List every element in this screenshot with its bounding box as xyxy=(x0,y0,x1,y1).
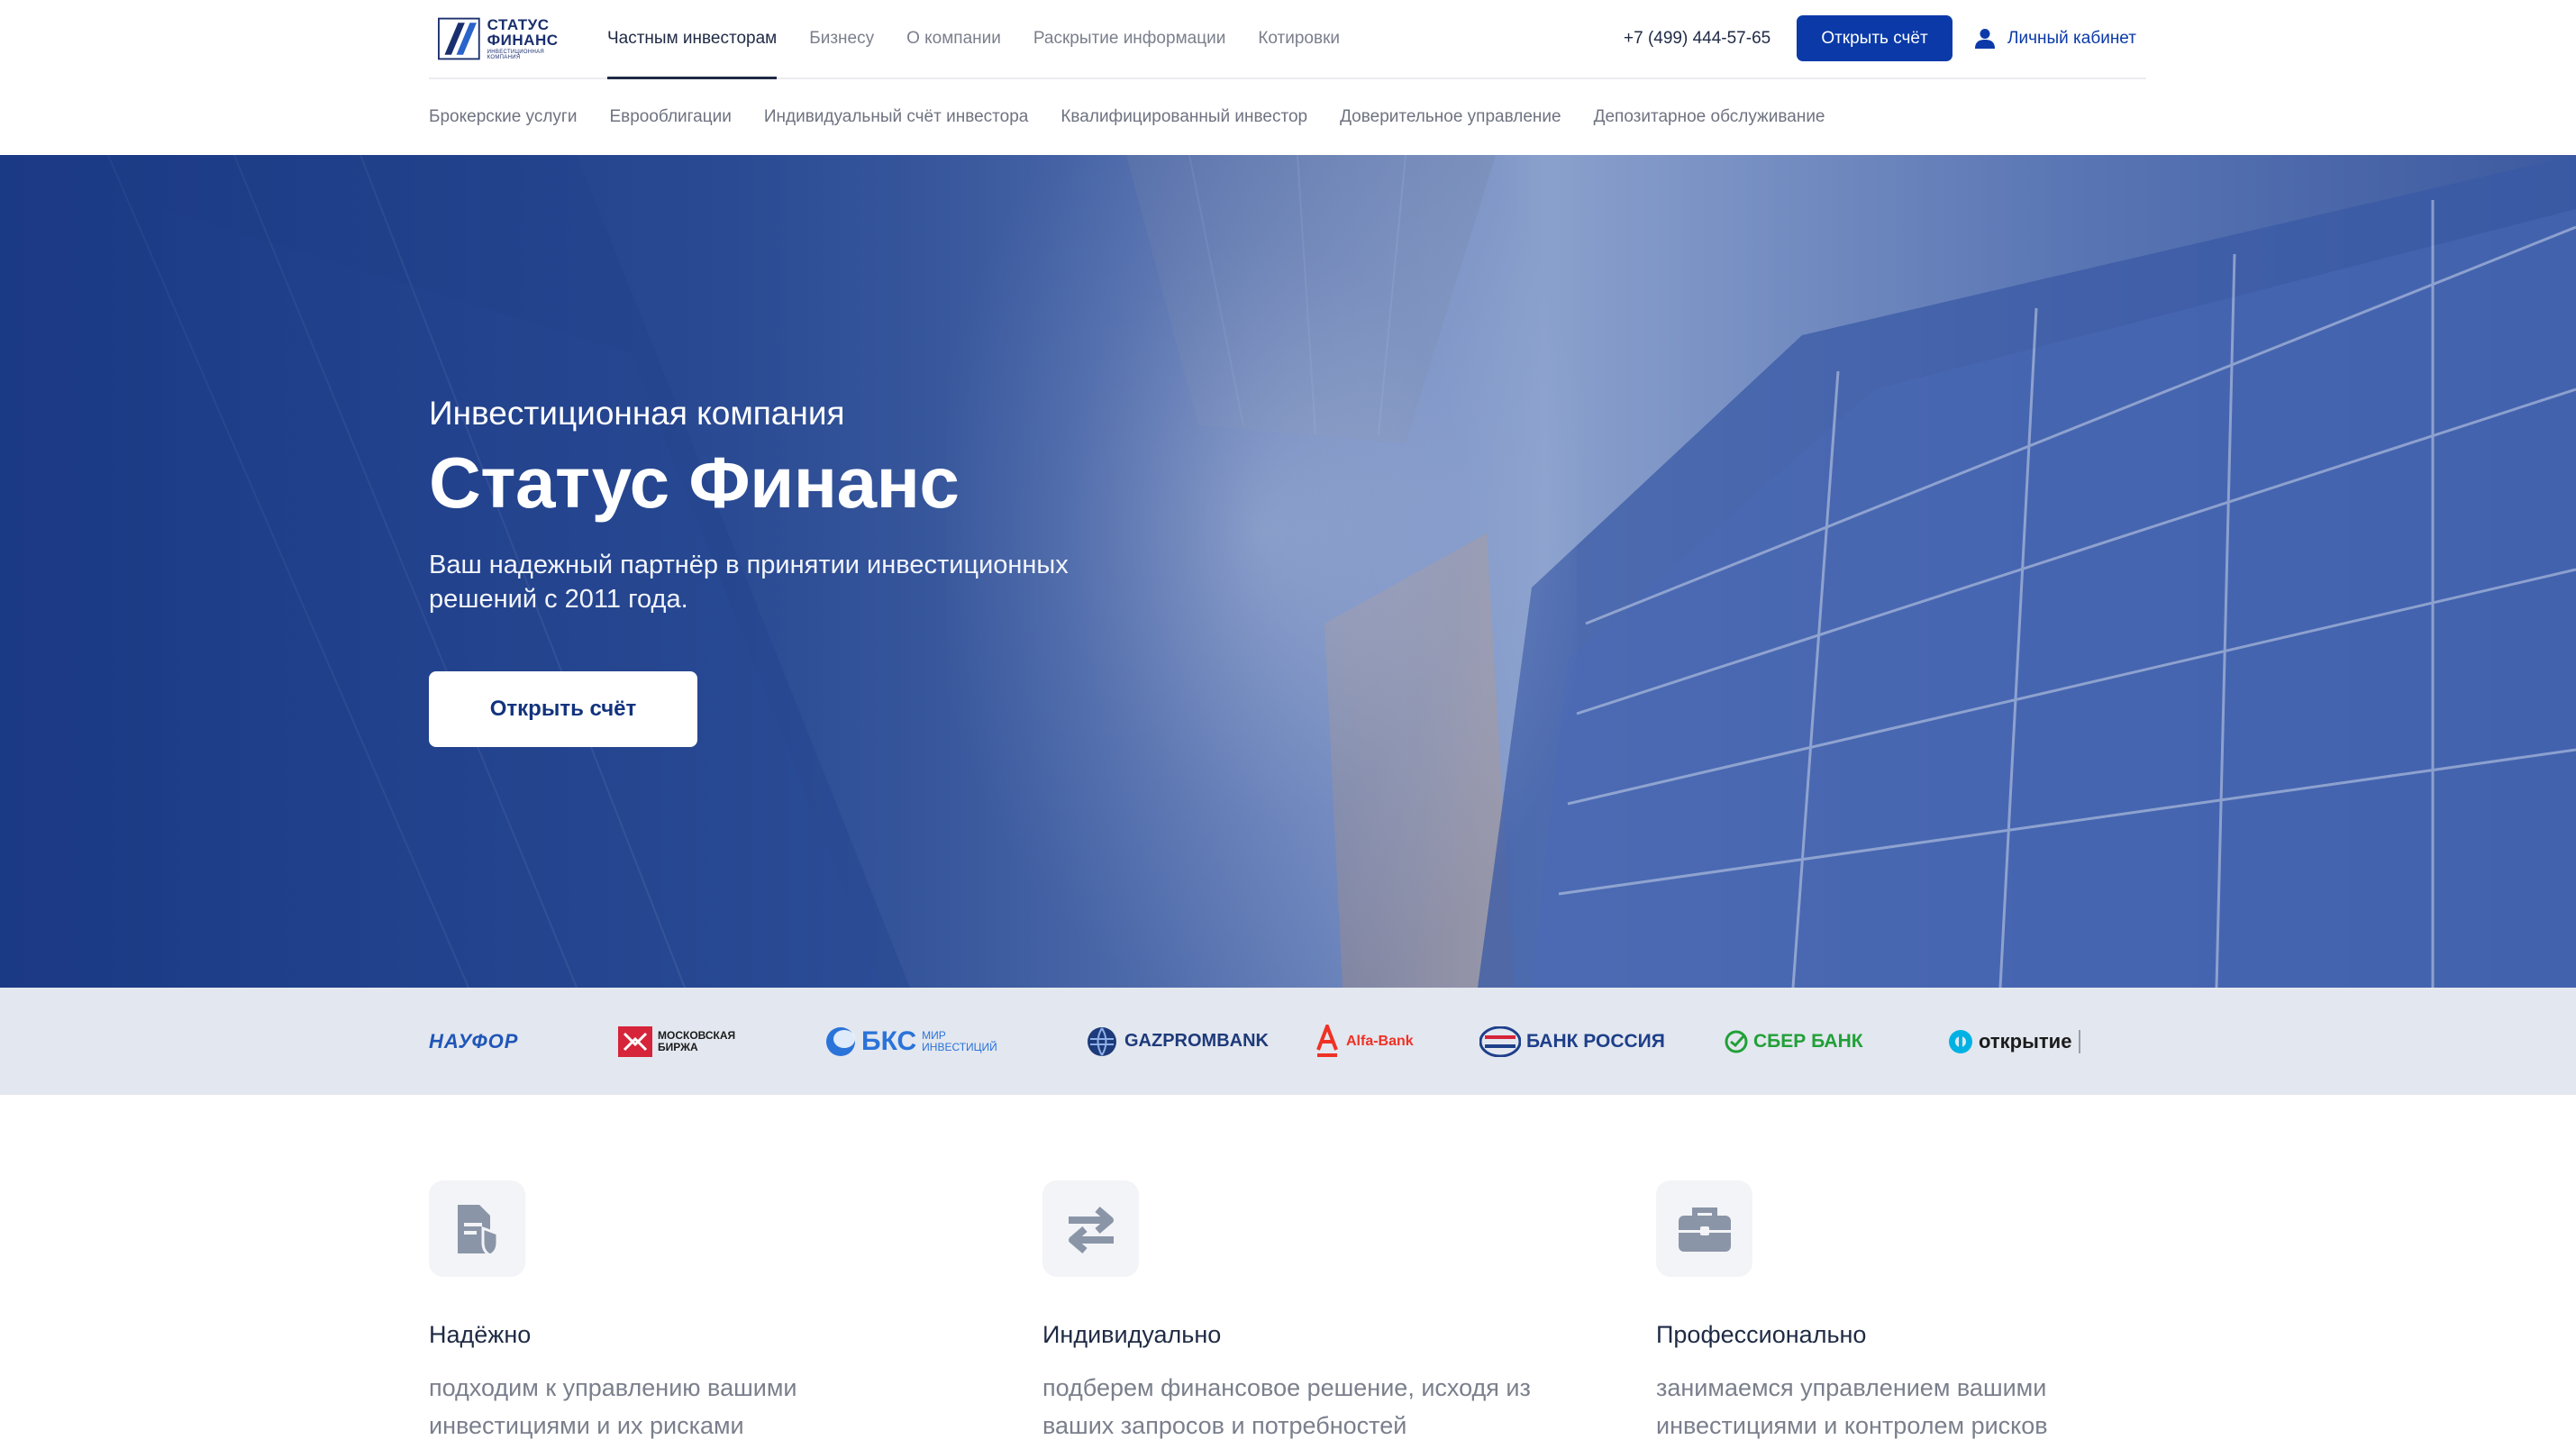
feature-professional: Профессионально занимаемся управлением в… xyxy=(1656,1180,2197,1439)
sub-nav: Брокерские услуги Еврооблигации Индивиду… xyxy=(429,79,1858,155)
logo-line1: СТАТУС xyxy=(487,16,550,33)
nav-item-about[interactable]: О компании xyxy=(906,0,1001,77)
user-icon xyxy=(1975,29,1995,49)
feature-reliable: Надёжно подходим к управлению вашими инв… xyxy=(429,1180,969,1439)
otkritie-mark-icon xyxy=(1949,1029,1972,1053)
logo-mark-icon xyxy=(438,17,480,60)
subnav-trust-management[interactable]: Доверительное управление xyxy=(1340,107,1561,127)
hero-title: Статус Финанс xyxy=(429,442,960,523)
nav-item-quotes[interactable]: Котировки xyxy=(1258,0,1340,77)
nav-item-business[interactable]: Бизнесу xyxy=(809,0,874,77)
document-shield-icon xyxy=(457,1204,498,1257)
partner-alfabank-logo[interactable]: Alfa-Bank xyxy=(1315,988,1414,1095)
bank-russia-emblem-icon xyxy=(1479,1025,1521,1057)
partner-bcs-logo[interactable]: БКС МИР ИНВЕСТИЦИЙ xyxy=(825,988,1015,1095)
partner-bank-russia-logo[interactable]: БАНК РОССИЯ xyxy=(1479,988,1665,1095)
top-bar: СТАТУС ФИНАНС ИНВЕСТИЦИОННАЯ КОМПАНИЯ Ча… xyxy=(429,0,2146,79)
partners-strip: НАУФОР МОСКОВСКАЯ БИРЖА БКС МИР ИНВЕСТИЦ… xyxy=(0,988,2576,1095)
phone-number[interactable]: +7 (499) 444-57-65 xyxy=(1624,0,1770,77)
feature-individual-text: подберем финансовое решение, исходя из в… xyxy=(1042,1374,1531,1439)
logo[interactable]: СТАТУС ФИНАНС ИНВЕСТИЦИОННАЯ КОМПАНИЯ xyxy=(438,13,573,65)
logo-line3: ИНВЕСТИЦИОННАЯ КОМПАНИЯ xyxy=(487,50,545,60)
feature-professional-title: Профессионально xyxy=(1656,1321,1867,1348)
main-nav: Частным инвесторам Бизнесу О компании Ра… xyxy=(607,0,1372,79)
feature-professional-text: занимаемся управлением вашими инвестиция… xyxy=(1656,1374,2048,1439)
moex-mark-icon xyxy=(618,1025,652,1057)
subnav-eurobonds[interactable]: Еврооблигации xyxy=(609,107,731,127)
subnav-iis[interactable]: Индивидуальный счёт инвестора xyxy=(764,107,1029,127)
bcs-sphere-icon xyxy=(826,1026,855,1056)
hero-open-account-button[interactable]: Открыть счёт xyxy=(429,671,697,747)
gazprombank-globe-icon xyxy=(1088,1026,1116,1056)
partner-otkritie-logo[interactable]: открытие xyxy=(1948,988,2081,1095)
partner-gazprombank-logo[interactable]: GAZPROMBANK xyxy=(1087,988,1269,1095)
hero-subtitle: Инвестиционная компания xyxy=(429,395,845,432)
nav-item-disclosure[interactable]: Раскрытие информации xyxy=(1033,0,1225,77)
feature-reliable-text: подходим к управлению вашими инвестициям… xyxy=(429,1374,797,1439)
feature-reliable-title: Надёжно xyxy=(429,1321,532,1348)
alfa-a-icon xyxy=(1316,1024,1338,1057)
site-header: СТАТУС ФИНАНС ИНВЕСТИЦИОННАЯ КОМПАНИЯ Ча… xyxy=(0,0,2576,155)
subnav-depository[interactable]: Депозитарное обслуживание xyxy=(1594,107,1825,127)
hero-text: Ваш надежный партнёр в принятии инвестиц… xyxy=(429,551,1069,614)
personal-cabinet-link[interactable]: Личный кабинет xyxy=(1975,0,2136,77)
feature-individual-title: Индивидуально xyxy=(1042,1321,1222,1348)
page: СТАТУС ФИНАНС ИНВЕСТИЦИОННАЯ КОМПАНИЯ Ча… xyxy=(0,0,2576,1449)
nav-item-private-investors[interactable]: Частным инвесторам xyxy=(607,0,778,79)
feature-individual: Индивидуально подберем финансовое решени… xyxy=(1042,1180,1583,1439)
logo-line2: ФИНАНС xyxy=(487,32,559,49)
partner-naufor-logo[interactable]: НАУФОР xyxy=(429,988,518,1095)
sber-check-icon xyxy=(1725,1030,1748,1053)
subnav-brokerage[interactable]: Брокерские услуги xyxy=(429,107,577,127)
partner-moex-logo[interactable]: МОСКОВСКАЯ БИРЖА xyxy=(618,988,759,1095)
briefcase-icon xyxy=(1678,1207,1731,1252)
subnav-qualified-investor[interactable]: Квалифицированный инвестор xyxy=(1060,107,1307,127)
cabinet-label: Личный кабинет xyxy=(2007,29,2136,48)
open-account-button[interactable]: Открыть счёт xyxy=(1797,15,1952,61)
hero-banner: Инвестиционная компания Статус Финанс Ва… xyxy=(0,155,2576,988)
partner-sber-logo[interactable]: СБЕР БАНК xyxy=(1725,988,1863,1095)
exchange-arrows-icon xyxy=(1068,1206,1114,1253)
